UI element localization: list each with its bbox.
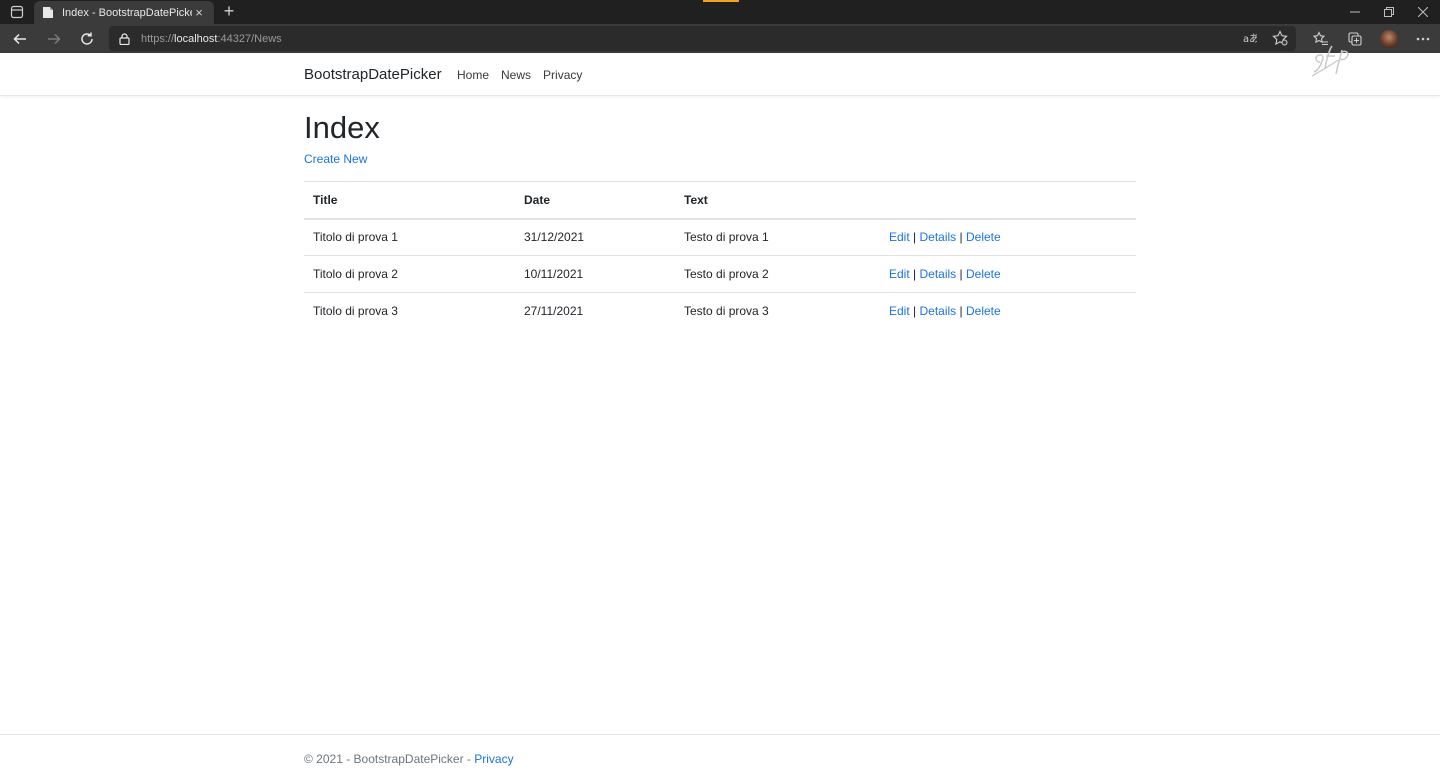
browser-tab[interactable]: Index - BootstrapDatePicker × [34, 1, 214, 24]
address-bar[interactable]: https://localhost:44327/News aあ [109, 26, 1296, 51]
action-separator: | [913, 230, 917, 245]
tab-title: Index - BootstrapDatePicker [62, 6, 192, 19]
table-header-row: Title Date Text [304, 181, 1136, 220]
forward-icon[interactable] [43, 28, 65, 50]
cell-date: 27/11/2021 [524, 304, 584, 319]
cell-date: 31/12/2021 [515, 218, 675, 256]
nav-links: Home News Privacy [457, 68, 582, 82]
restore-icon[interactable] [1372, 0, 1406, 24]
nav-link-privacy[interactable]: Privacy [543, 68, 582, 82]
delete-link[interactable]: Delete [966, 304, 1001, 318]
table-row: Titolo di prova 1 31/12/2021 Testo di pr… [304, 218, 1136, 256]
footer-text: © 2021 - BootstrapDatePicker - Privacy [304, 752, 514, 766]
delete-link[interactable]: Delete [966, 267, 1001, 281]
copyright-text: © 2021 - BootstrapDatePicker - [304, 752, 475, 766]
cell-actions: Edit | Details | Delete [880, 218, 1136, 256]
create-new-link[interactable]: Create New [304, 152, 367, 166]
browser-toolbar: https://localhost:44327/News aあ [0, 24, 1440, 53]
action-separator: | [959, 304, 963, 319]
cell-text: Testo di prova 2 [675, 255, 880, 293]
address-bar-actions: aあ [1242, 30, 1288, 46]
details-link[interactable]: Details [920, 230, 957, 244]
back-icon[interactable] [9, 28, 31, 50]
cell-title: Titolo di prova 3 [313, 304, 398, 319]
edit-link[interactable]: Edit [889, 304, 910, 318]
url-text: https://localhost:44327/News [141, 32, 282, 45]
edit-link[interactable]: Edit [889, 230, 910, 244]
site-footer: © 2021 - BootstrapDatePicker - Privacy [0, 734, 1440, 780]
details-link[interactable]: Details [920, 304, 957, 318]
profile-avatar[interactable] [1372, 24, 1406, 53]
more-icon[interactable] [1406, 24, 1440, 53]
nav-link-news[interactable]: News [501, 68, 531, 82]
svg-text:aあ: aあ [1243, 33, 1257, 44]
cell-text: Testo di prova 3 [684, 304, 769, 319]
cell-title: Titolo di prova 2 [304, 255, 515, 293]
column-header-date: Date [515, 181, 675, 220]
table-row: Titolo di prova 2 10/11/2021 Testo di pr… [304, 255, 1136, 293]
action-separator: | [959, 230, 963, 245]
read-aloud-icon[interactable]: aあ [1242, 30, 1258, 46]
delete-link[interactable]: Delete [966, 230, 1001, 244]
refresh-icon[interactable] [76, 28, 98, 50]
cell-actions: Edit | Details | Delete [880, 255, 1136, 293]
column-header-actions [880, 181, 1136, 220]
column-header-title: Title [304, 181, 515, 220]
watermark-logo [1308, 40, 1358, 80]
close-window-icon[interactable] [1406, 0, 1440, 24]
notification-indicator [703, 0, 739, 2]
add-favorite-icon[interactable] [1272, 30, 1288, 46]
page-favicon-icon [42, 6, 54, 19]
cell-actions: Edit | Details | Delete [880, 293, 1136, 330]
edit-link[interactable]: Edit [889, 267, 910, 281]
table-row: Titolo di prova 3 27/11/2021 Testo di pr… [304, 293, 1136, 330]
page-title: Index [304, 110, 380, 145]
column-header-text: Text [675, 181, 880, 220]
browser-tab-bar: Index - BootstrapDatePicker × + [0, 0, 1440, 24]
details-link[interactable]: Details [920, 267, 957, 281]
new-tab-button[interactable]: + [220, 2, 238, 21]
site-navbar: BootstrapDatePicker Home News Privacy [0, 53, 1440, 96]
cell-text: Testo di prova 1 [675, 218, 880, 256]
cell-date: 10/11/2021 [515, 255, 675, 293]
tab-actions-icon[interactable] [10, 5, 24, 19]
minimize-icon[interactable] [1338, 0, 1372, 24]
action-separator: | [959, 267, 963, 281]
window-controls [1338, 0, 1440, 24]
main-container: Index Create New Title Date Text Titolo … [304, 96, 1136, 330]
cell-title: Titolo di prova 1 [304, 218, 515, 256]
nav-link-home[interactable]: Home [457, 68, 489, 82]
action-separator: | [913, 267, 917, 281]
footer-privacy-link[interactable]: Privacy [474, 752, 513, 766]
navbar-brand[interactable]: BootstrapDatePicker [304, 66, 442, 83]
news-table: Title Date Text Titolo di prova 1 31/12/… [304, 181, 1136, 330]
action-separator: | [913, 304, 917, 319]
close-tab-icon[interactable]: × [192, 5, 206, 20]
lock-icon[interactable] [119, 32, 131, 45]
